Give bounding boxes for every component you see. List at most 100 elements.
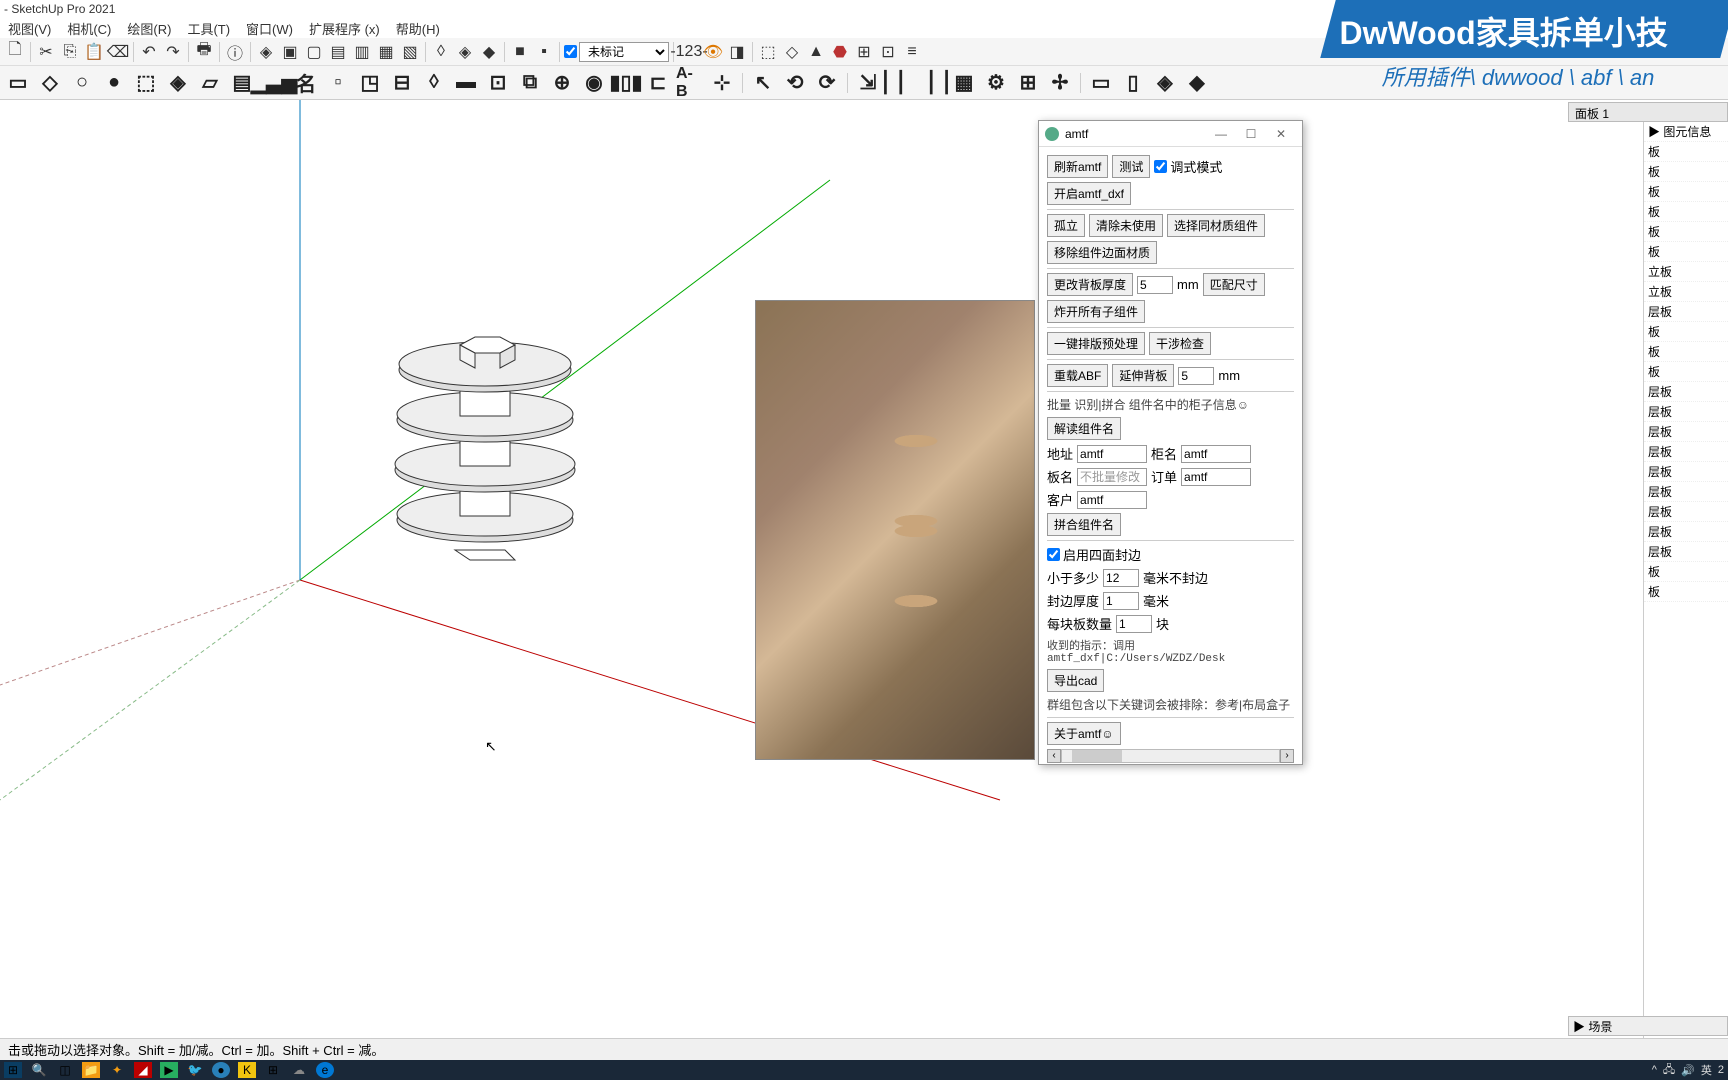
search-icon[interactable]: 🔍 xyxy=(30,1062,48,1078)
side-list-item[interactable]: 立板 xyxy=(1644,282,1728,302)
crosshair-icon[interactable]: ⊹ xyxy=(708,69,736,97)
side-list-item[interactable]: 板 xyxy=(1644,242,1728,262)
window-icon[interactable]: ▭ xyxy=(1087,69,1115,97)
model-info-icon[interactable]: ⓘ xyxy=(224,41,246,63)
section-plane-icon[interactable]: ⬚ xyxy=(757,41,779,63)
style-wire-icon[interactable]: ◊ xyxy=(430,41,452,63)
four-edge-checkbox[interactable]: 启用四面封边 xyxy=(1047,545,1141,564)
copy-icon[interactable]: ⎘ xyxy=(59,41,81,63)
undo-icon[interactable]: ↶ xyxy=(138,41,160,63)
side-list-item[interactable]: 板 xyxy=(1644,142,1728,162)
sketchup-icon[interactable]: ◢ xyxy=(134,1062,152,1078)
fit-size-button[interactable]: 匹配尺寸 xyxy=(1203,273,1265,296)
remove-face-material-button[interactable]: 移除组件边面材质 xyxy=(1047,241,1157,264)
side-list-item[interactable]: 层板 xyxy=(1644,382,1728,402)
diamond-icon[interactable]: ◊ xyxy=(420,69,448,97)
explode-all-button[interactable]: 炸开所有子组件 xyxy=(1047,300,1145,323)
rotated-rect-icon[interactable]: ◇ xyxy=(36,69,64,97)
app-circle-icon[interactable]: ● xyxy=(212,1062,230,1078)
app-icon[interactable]: ✦ xyxy=(108,1062,126,1078)
side-list-item[interactable]: 层板 xyxy=(1644,542,1728,562)
menu-view[interactable]: 视图(V) xyxy=(8,19,51,38)
redo-icon[interactable]: ↷ xyxy=(162,41,184,63)
refresh-button[interactable]: 刷新amtf xyxy=(1047,155,1108,178)
orbit-icon[interactable]: ⟳ xyxy=(813,69,841,97)
clear-unused-button[interactable]: 清除未使用 xyxy=(1089,214,1163,237)
min-edge-input[interactable] xyxy=(1103,569,1139,587)
explorer-icon[interactable]: 📁 xyxy=(82,1062,100,1078)
network-icon[interactable]: 🖧 xyxy=(1663,1061,1675,1080)
menu-camera[interactable]: 相机(C) xyxy=(67,19,111,38)
align-right-icon[interactable]: ▕▕ xyxy=(918,69,946,97)
split-icon[interactable]: ⊡ xyxy=(484,69,512,97)
minimize-icon[interactable]: — xyxy=(1206,127,1236,141)
disc-icon[interactable]: ◉ xyxy=(580,69,608,97)
paste-icon[interactable]: 📋 xyxy=(83,41,105,63)
back-icon[interactable]: ▥ xyxy=(351,41,373,63)
shadow-icon[interactable]: ■ xyxy=(509,41,531,63)
side-list-item[interactable]: 板 xyxy=(1644,202,1728,222)
viewport[interactable]: ↖ xyxy=(0,100,1728,1038)
eye-icon[interactable]: 👁 xyxy=(702,41,724,63)
edge-thick-input[interactable] xyxy=(1103,592,1139,610)
ime-indicator[interactable]: 英 xyxy=(1701,1062,1712,1078)
about-button[interactable]: 关于amtf☺ xyxy=(1047,722,1121,745)
outliner-icon[interactable]: ≡ xyxy=(901,41,923,63)
menu-draw[interactable]: 绘图(R) xyxy=(127,19,171,38)
connector-icon[interactable]: ⧉ xyxy=(516,69,544,97)
door-icon[interactable]: ▯ xyxy=(1119,69,1147,97)
side-list-item[interactable]: 层板 xyxy=(1644,482,1728,502)
front-icon[interactable]: ▢ xyxy=(303,41,325,63)
interference-check-button[interactable]: 干涉检查 xyxy=(1149,332,1211,355)
circle-icon[interactable]: ○ xyxy=(68,69,96,97)
cut-icon[interactable]: ✂ xyxy=(35,41,57,63)
anchor-icon[interactable]: ✢ xyxy=(1046,69,1074,97)
tag-dropdown[interactable]: 未标记 xyxy=(579,42,669,62)
app-green-icon[interactable]: ▶ xyxy=(160,1062,178,1078)
barcode-icon[interactable]: ▮▯▮ xyxy=(612,69,640,97)
section-display-icon[interactable]: ◇ xyxy=(781,41,803,63)
style-hidden-icon[interactable]: ◈ xyxy=(454,41,476,63)
menu-extensions[interactable]: 扩展程序 (x) xyxy=(309,19,380,38)
tag-visibility-check[interactable] xyxy=(564,45,577,58)
move-icon[interactable]: ⇲ xyxy=(854,69,882,97)
select-same-material-button[interactable]: 选择同材质组件 xyxy=(1167,214,1265,237)
cube-icon[interactable]: ◈ xyxy=(164,69,192,97)
menu-window[interactable]: 窗口(W) xyxy=(246,19,293,38)
scroll-track[interactable] xyxy=(1061,749,1280,763)
back-thickness-input[interactable] xyxy=(1137,276,1173,294)
select-icon[interactable]: ↖ xyxy=(749,69,777,97)
iso-icon[interactable]: ◈ xyxy=(255,41,277,63)
change-back-thickness-button[interactable]: 更改背板厚度 xyxy=(1047,273,1133,296)
volume-icon[interactable]: 🔊 xyxy=(1681,1064,1695,1077)
shelf-icon[interactable]: ▬ xyxy=(452,69,480,97)
side-list-item[interactable]: 板 xyxy=(1644,162,1728,182)
side-list-item[interactable]: 层板 xyxy=(1644,402,1728,422)
side-list-item[interactable]: 板 xyxy=(1644,562,1728,582)
solid-icon[interactable]: ◆ xyxy=(1183,69,1211,97)
horizontal-scrollbar[interactable]: ‹ › xyxy=(1047,749,1294,763)
side-list-item[interactable]: 板 xyxy=(1644,582,1728,602)
rect-icon[interactable]: ▭ xyxy=(4,69,32,97)
side-list-header[interactable]: ▶ 图元信息 xyxy=(1644,122,1728,142)
dimension-icon[interactable]: -123- xyxy=(678,41,700,63)
side-list-item[interactable]: 板 xyxy=(1644,182,1728,202)
left-icon[interactable]: ▦ xyxy=(375,41,397,63)
prelayout-button[interactable]: 一键排版预处理 xyxy=(1047,332,1145,355)
extend-back-button[interactable]: 延伸背板 xyxy=(1112,364,1174,387)
app-yellow-icon[interactable]: K xyxy=(238,1062,256,1078)
right-icon[interactable]: ▤ xyxy=(327,41,349,63)
sandbox2-icon[interactable]: ⊡ xyxy=(877,41,899,63)
edge-icon[interactable]: e xyxy=(316,1062,334,1078)
menu-help[interactable]: 帮助(H) xyxy=(396,19,440,38)
merge-name-button[interactable]: 拼合组件名 xyxy=(1047,513,1121,536)
section-cut-icon[interactable]: ▲ xyxy=(805,41,827,63)
order-input[interactable] xyxy=(1181,468,1251,486)
close-icon[interactable]: ✕ xyxy=(1266,127,1296,141)
isolate-button[interactable]: 孤立 xyxy=(1047,214,1085,237)
board-name-input[interactable] xyxy=(1077,468,1147,486)
box3d-icon[interactable]: ◳ xyxy=(356,69,384,97)
debug-checkbox[interactable]: 调式模式 xyxy=(1154,157,1222,176)
style-shaded-icon[interactable]: ◆ xyxy=(478,41,500,63)
start-button[interactable]: ⊞ xyxy=(4,1062,22,1078)
